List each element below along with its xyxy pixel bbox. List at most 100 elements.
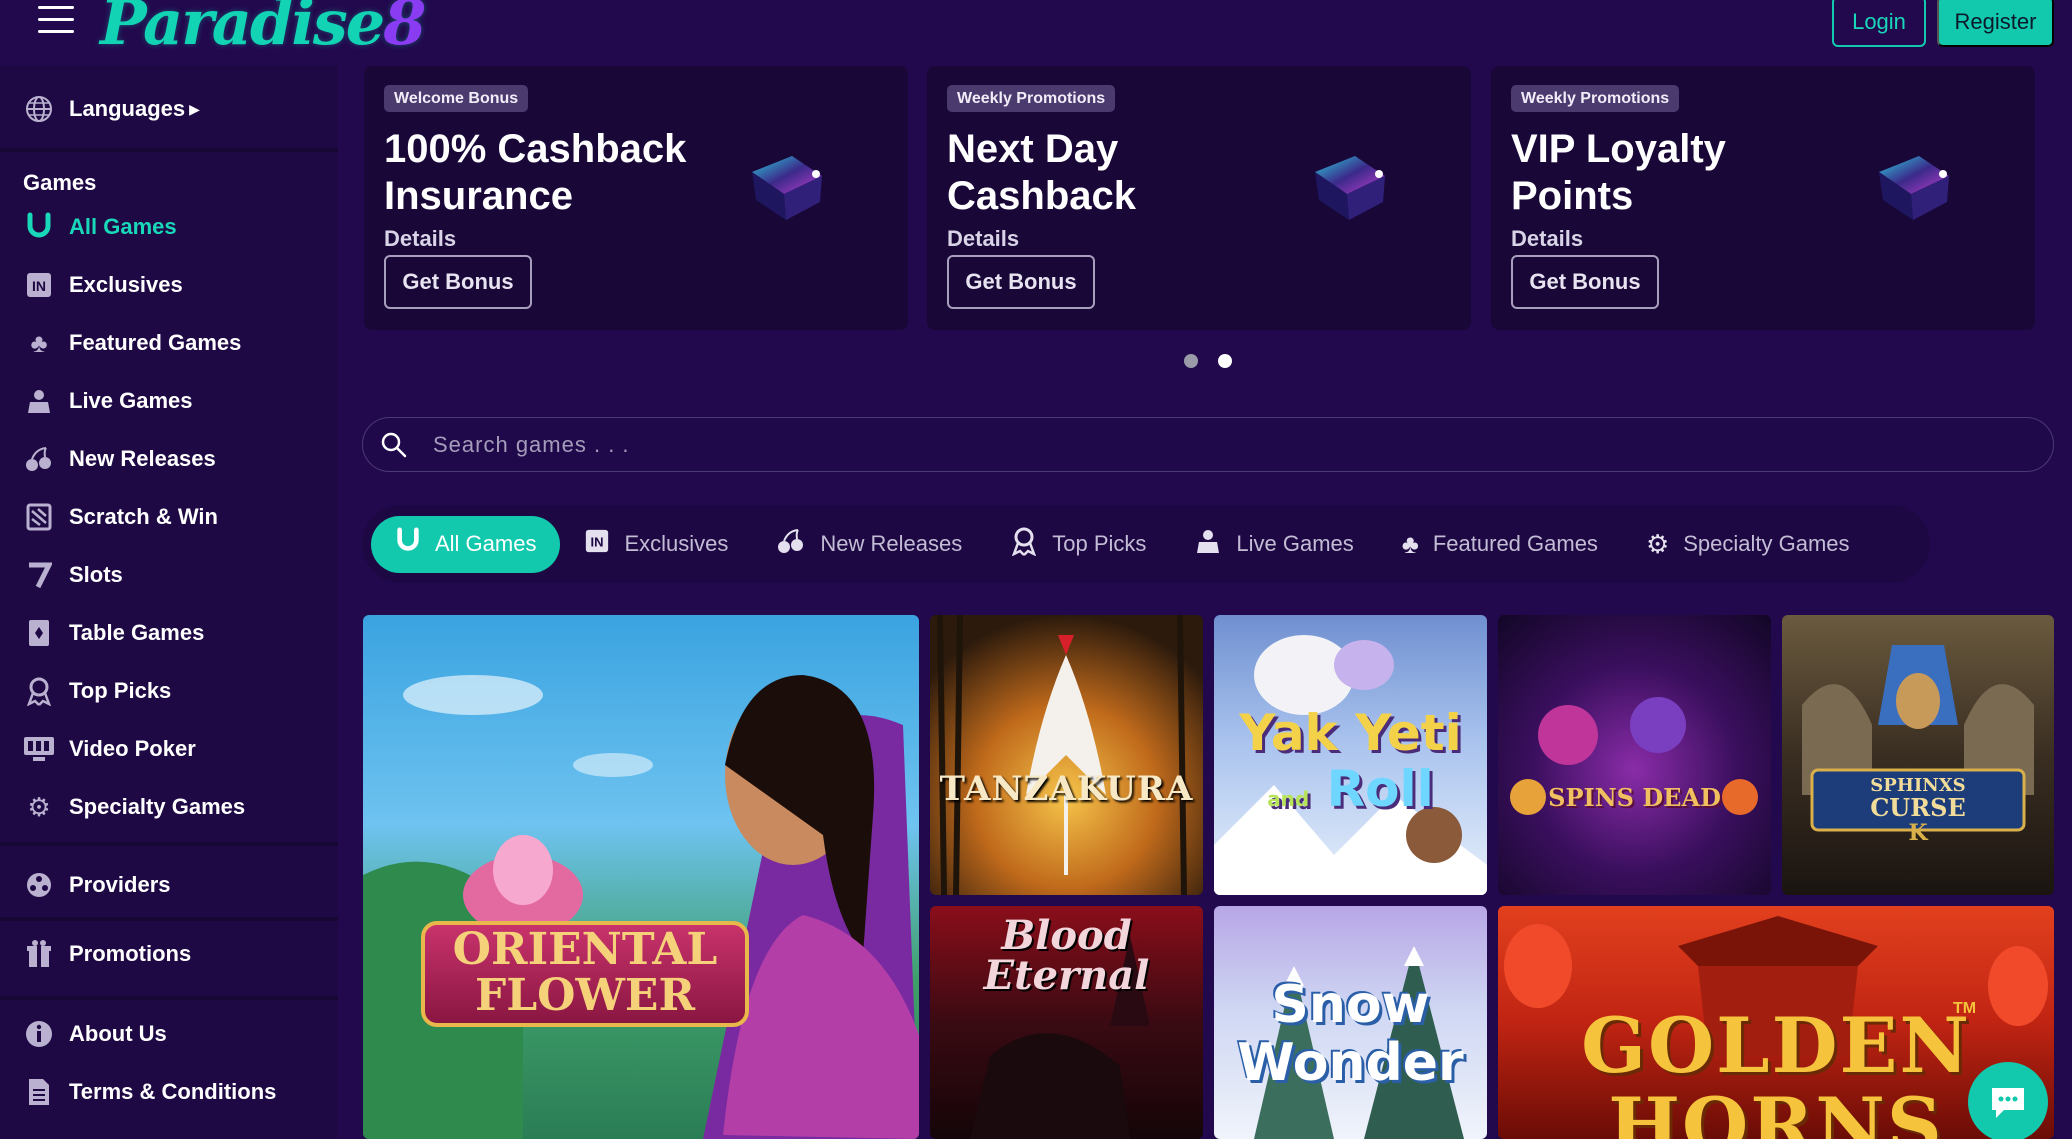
sidebar-item-label: Scratch & Win [69, 504, 218, 529]
site-logo[interactable]: Paradise8 [100, 0, 426, 59]
dealer-icon [22, 384, 56, 418]
search-bar[interactable] [362, 417, 2054, 472]
sidebar-item-label: Providers [69, 872, 171, 897]
languages-menu[interactable]: Languages ▶ [22, 89, 200, 129]
promo-badge: Welcome Bonus [384, 85, 529, 112]
sidebar-item-label: Featured Games [69, 330, 242, 355]
sidebar-item-new-releases[interactable]: New Releases [22, 439, 216, 479]
promo-card: Weekly Promotions VIP Loyalty Points Det… [1491, 66, 2035, 330]
sidebar-item-scratch-win[interactable]: Scratch & Win [22, 497, 218, 537]
tab-label: Specialty Games [1683, 531, 1850, 556]
tab-new-releases[interactable]: New Releases [752, 516, 986, 573]
sidebar-item-video-poker[interactable]: Video Poker [22, 729, 196, 769]
sidebar-item-all-games[interactable]: All Games [22, 207, 177, 247]
sphinx-art [1802, 645, 2034, 832]
promo-card: Welcome Bonus 100% Cashback Insurance De… [364, 66, 908, 330]
game-title-line: and [1267, 787, 1310, 811]
carousel-dot-active[interactable] [1218, 354, 1232, 368]
seven-icon [22, 558, 56, 592]
game-title-line: GOLDEN [1581, 1001, 1971, 1090]
cards-icon [22, 616, 56, 650]
category-tabs: All Games IN Exclusives New Releases Top… [362, 505, 1930, 583]
chat-button[interactable] [1968, 1062, 2048, 1139]
sidebar-item-label: Terms & Conditions [69, 1079, 277, 1104]
get-bonus-button[interactable]: Get Bonus [1511, 255, 1659, 309]
games-heading: Games [23, 170, 97, 195]
sidebar-item-slots[interactable]: Slots [22, 555, 123, 595]
oriental-flower-art [363, 675, 919, 1139]
promo-title: VIP Loyalty Points [1511, 127, 1726, 218]
game-title-line: K [1908, 820, 1928, 846]
cherries-icon [22, 442, 56, 476]
caret-right-icon: ▶ [189, 100, 200, 117]
tab-label: Top Picks [1052, 531, 1147, 556]
sidebar-item-promotions[interactable]: Promotions [22, 934, 191, 974]
login-button[interactable]: Login [1832, 0, 1926, 47]
game-title-line: ORIENTAL [452, 924, 718, 975]
sidebar-item-top-picks[interactable]: Top Picks [22, 671, 171, 711]
game-tile-oriental-flower[interactable]: ORIENTAL FLOWER [363, 615, 919, 1139]
promo-card: Weekly Promotions Next Day Cashback Deta… [927, 66, 1471, 330]
tab-specialty-games[interactable]: ⚙ Specialty Games [1622, 516, 1874, 573]
sidebar-item-label: Specialty Games [69, 794, 246, 819]
promo-details-link[interactable]: Details [947, 226, 1019, 252]
carousel-dot[interactable] [1184, 354, 1198, 368]
game-tile-tanzakura[interactable]: TANZAKURA [930, 615, 1203, 895]
sidebar-divider [0, 917, 338, 921]
sidebar-item-about-us[interactable]: About Us [22, 1014, 167, 1054]
document-icon [22, 1075, 56, 1109]
game-title-line: CURSE [1870, 793, 1966, 822]
dealer-icon [1194, 527, 1222, 562]
promo-details-link[interactable]: Details [384, 226, 456, 252]
game-title-line: FLOWER [474, 970, 696, 1021]
tab-label: New Releases [820, 531, 963, 556]
carousel-dots [1184, 354, 1232, 368]
gift-icon [22, 937, 56, 971]
sidebar-item-label: Table Games [69, 620, 205, 645]
sidebar-item-label: Exclusives [69, 272, 183, 297]
promo-title: 100% Cashback Insurance [384, 127, 687, 218]
sidebar-item-terms[interactable]: Terms & Conditions [22, 1072, 276, 1112]
game-tile-snow-wonder[interactable]: Snow Wonder [1214, 906, 1487, 1139]
game-tile-yak-yeti-roll[interactable]: Yak Yeti and Roll [1214, 615, 1487, 895]
game-title: SPHINXS CURSE K [1782, 775, 2054, 846]
treasure-chest-icon [1315, 156, 1385, 220]
tab-exclusives[interactable]: IN Exclusives [560, 516, 752, 573]
monitor-icon [22, 732, 56, 766]
game-title-line: Eternal [983, 952, 1150, 999]
search-input[interactable] [433, 431, 1933, 458]
horseshoe-icon [395, 527, 421, 562]
promo-title: Next Day Cashback [947, 127, 1136, 218]
tab-all-games[interactable]: All Games [371, 515, 561, 573]
game-title-line: Wonder [1237, 1033, 1464, 1093]
crane-art [937, 615, 1187, 895]
sidebar-divider [0, 996, 338, 1000]
hamburger-menu-icon[interactable] [38, 6, 74, 36]
get-bonus-button[interactable]: Get Bonus [947, 255, 1095, 309]
get-bonus-button[interactable]: Get Bonus [384, 255, 532, 309]
sidebar-item-specialty-games[interactable]: ⚙ Specialty Games [22, 787, 245, 827]
tab-top-picks[interactable]: Top Picks [986, 516, 1170, 573]
tab-live-games[interactable]: Live Games [1170, 516, 1377, 573]
sidebar-item-featured-games[interactable]: ♣ Featured Games [22, 323, 241, 363]
sidebar-divider [0, 842, 338, 846]
horseshoe-icon [22, 210, 56, 244]
logo-number: 8 [383, 0, 426, 59]
award-icon [22, 674, 56, 708]
tab-label: Featured Games [1432, 531, 1598, 556]
logo-text: Paradise [100, 0, 385, 59]
game-tile-spins-dead[interactable]: SPINS DEAD [1498, 615, 1771, 895]
register-button[interactable]: Register [1937, 0, 2054, 47]
tab-featured-games[interactable]: ♣ Featured Games [1378, 516, 1622, 573]
gear-icon: ⚙ [27, 791, 51, 822]
game-tile-sphinxs-curse[interactable]: SPHINXS CURSE K [1782, 615, 2054, 895]
game-tile-blood-eternal[interactable]: Blood Eternal [930, 906, 1203, 1139]
sidebar-item-table-games[interactable]: Table Games [22, 613, 204, 653]
game-title: Snow Wonder [1214, 976, 1487, 1092]
sidebar-item-providers[interactable]: Providers [22, 865, 171, 905]
treasure-chest-icon [1879, 156, 1949, 220]
sidebar-item-exclusives[interactable]: IN Exclusives [22, 265, 183, 305]
promo-details-link[interactable]: Details [1511, 226, 1583, 252]
sidebar-item-live-games[interactable]: Live Games [22, 381, 193, 421]
exclusive-icon: IN [584, 528, 610, 561]
